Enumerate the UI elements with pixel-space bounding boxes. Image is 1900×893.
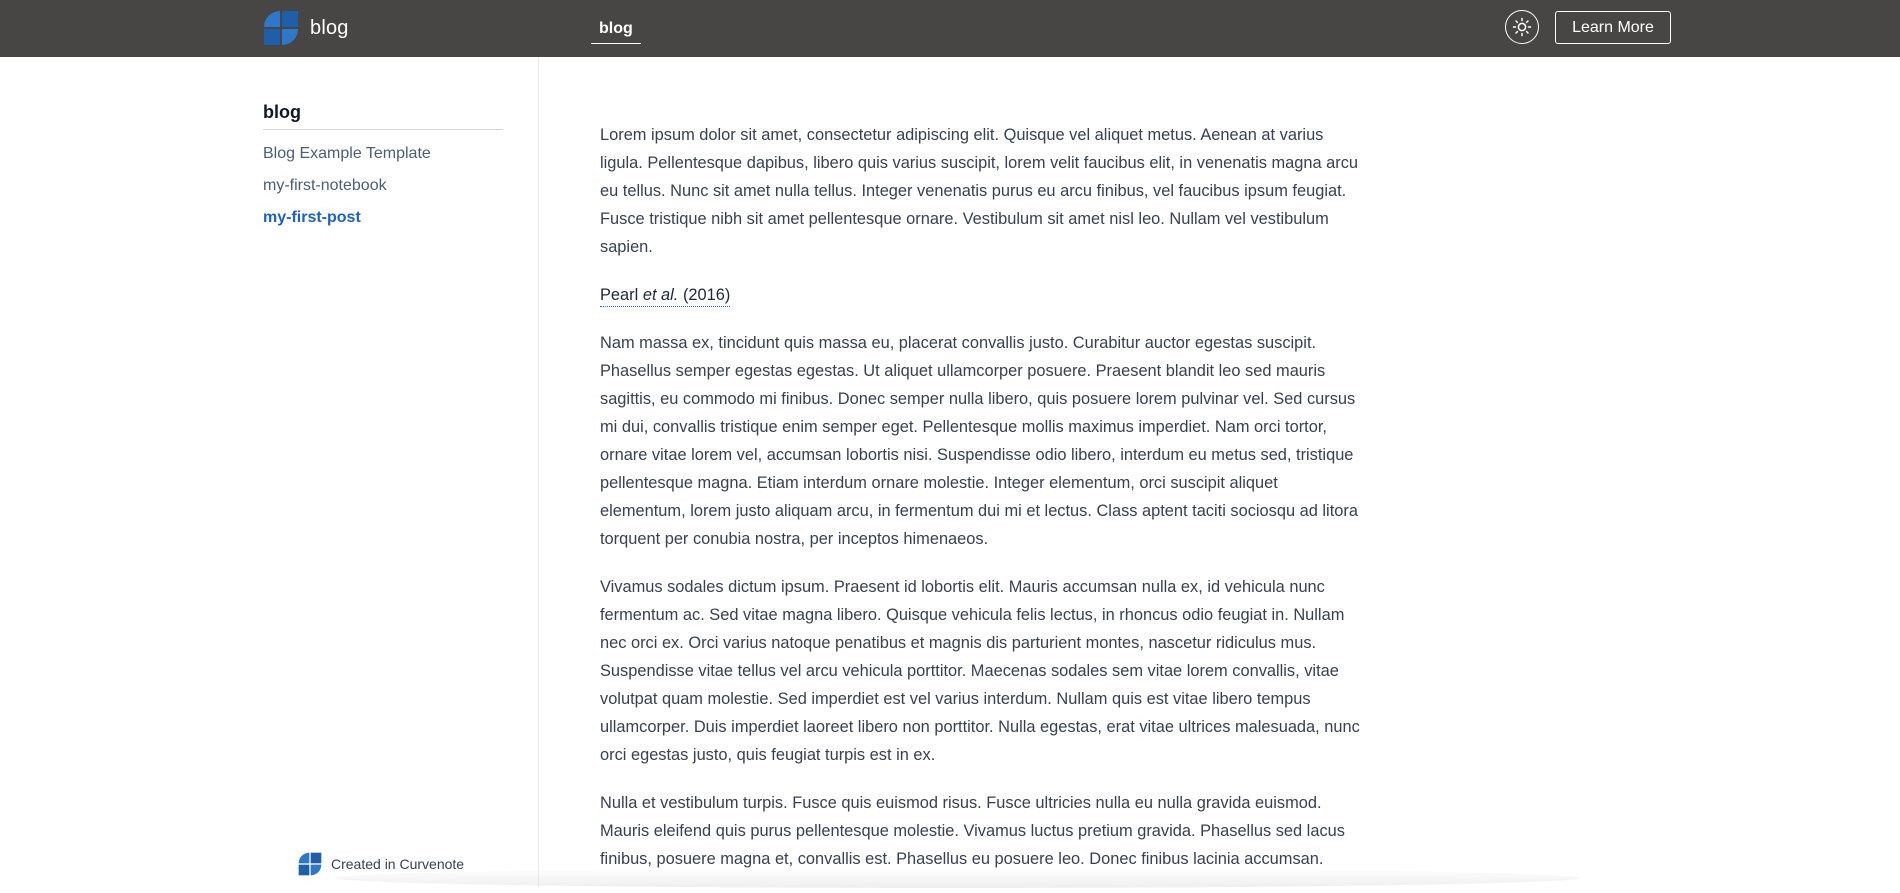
article-paragraph-1: Lorem ipsum dolor sit amet, consectetur … [600, 126, 1359, 256]
sidebar-nav-list: Blog Example Template my-first-notebook … [263, 138, 431, 234]
sidebar-heading[interactable]: blog [263, 102, 503, 130]
article-paragraph-2: Nam massa ex, tincidunt quis massa eu, p… [600, 334, 1358, 548]
citation-paragraph: Pearl et al. (2016) [600, 281, 1360, 309]
citation-link[interactable]: Pearl et al. (2016) [600, 284, 731, 307]
sun-icon [1512, 17, 1532, 37]
nav-tab-blog[interactable]: blog [591, 14, 641, 44]
article-paragraph-3: Vivamus sodales dictum ipsum. Praesent i… [600, 578, 1360, 764]
created-in-curvenote-label: Created in Curvenote [331, 856, 465, 872]
curvenote-logo-icon [264, 11, 298, 45]
sidebar-item-blog-example-template[interactable]: Blog Example Template [263, 138, 431, 170]
citation-author: Pearl [600, 286, 639, 304]
sidebar-item-my-first-post[interactable]: my-first-post [263, 202, 431, 234]
article-paragraph-4: Nulla et vestibulum turpis. Fusce quis e… [600, 794, 1345, 868]
theme-toggle-button[interactable] [1505, 10, 1539, 44]
brand-home-link[interactable]: blog [263, 9, 349, 47]
sidebar: blog Blog Example Template my-first-note… [0, 57, 539, 888]
learn-more-button[interactable]: Learn More [1555, 11, 1671, 44]
citation-etal: et al. [642, 286, 679, 304]
citation-year: (2016) [682, 286, 731, 304]
top-navigation-bar: blog blog Learn More [0, 0, 1900, 57]
curvenote-small-logo-icon [298, 852, 322, 876]
brand-title: blog [310, 16, 349, 39]
created-in-curvenote-link[interactable]: Created in Curvenote [298, 851, 464, 877]
sidebar-item-my-first-notebook[interactable]: my-first-notebook [263, 170, 431, 202]
article-content: Lorem ipsum dolor sit amet, consectetur … [600, 121, 1360, 893]
